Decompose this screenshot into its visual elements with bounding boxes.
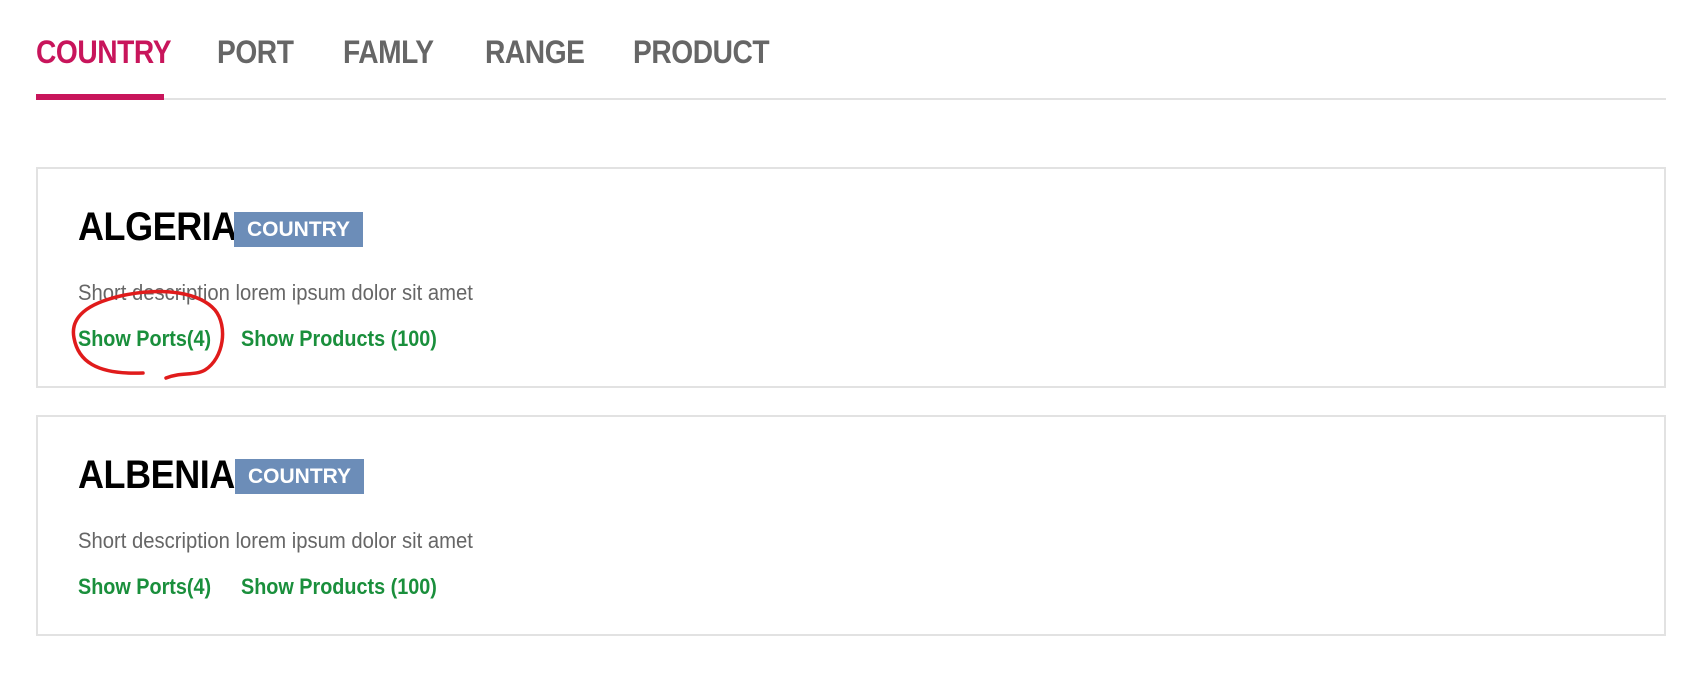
tab-product[interactable]: PRODUCT: [633, 34, 770, 71]
tab-famly[interactable]: FAMLY: [343, 34, 434, 71]
tab-bar: COUNTRY PORT FAMLY RANGE PRODUCT: [36, 0, 1666, 100]
card-title: ALGERIA: [78, 205, 237, 249]
card-title: ALBENIA: [78, 453, 235, 497]
active-tab-indicator: [36, 94, 164, 100]
type-badge: COUNTRY: [235, 459, 365, 494]
show-ports-link[interactable]: Show Ports(4): [78, 326, 211, 352]
show-products-link[interactable]: Show Products (100): [241, 326, 437, 352]
show-ports-link[interactable]: Show Ports(4): [78, 574, 211, 600]
country-card: ALGERIA COUNTRY Short description lorem …: [36, 167, 1666, 388]
type-badge: COUNTRY: [234, 212, 364, 247]
tab-range[interactable]: RANGE: [485, 34, 585, 71]
show-products-link[interactable]: Show Products (100): [241, 574, 437, 600]
tab-country[interactable]: COUNTRY: [36, 34, 172, 71]
country-card: ALBENIA COUNTRY Short description lorem …: [36, 415, 1666, 636]
tab-port[interactable]: PORT: [217, 34, 294, 71]
card-description: Short description lorem ipsum dolor sit …: [78, 528, 473, 553]
card-description: Short description lorem ipsum dolor sit …: [78, 280, 473, 305]
